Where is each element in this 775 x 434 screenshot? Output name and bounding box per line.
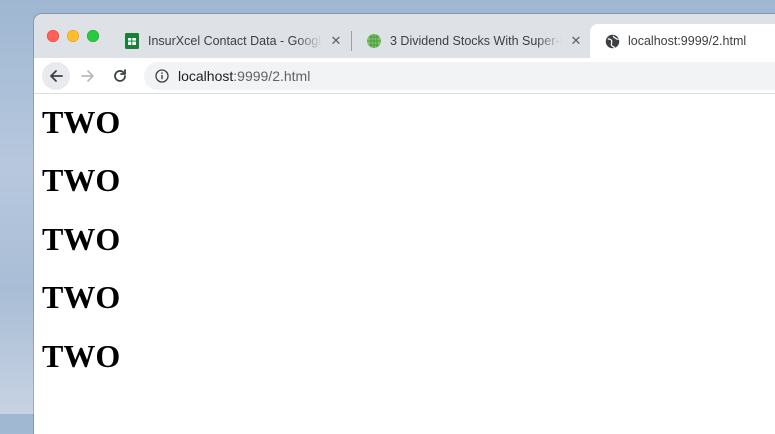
url-path: :9999/2.html [233,68,311,84]
tab-localhost-active[interactable]: localhost:9999/2.html [590,24,775,58]
browser-window: InsurXcel Contact Data - Google Sheets ✕… [34,14,775,434]
tab-title: 3 Dividend Stocks With Super-High Yields [390,34,562,48]
tab-title: localhost:9999/2.html [628,34,747,48]
zoom-window-button[interactable] [87,30,99,42]
green-globe-icon [366,33,382,49]
tab-close-icon[interactable]: ✕ [568,33,584,49]
tab-strip: InsurXcel Contact Data - Google Sheets ✕… [34,14,775,58]
page-heading: TWO [42,162,121,198]
reload-icon [114,69,126,82]
toolbar: localhost:9999/2.html [34,58,775,94]
reload-button[interactable] [106,62,134,90]
tab-close-icon[interactable]: ✕ [328,33,344,49]
google-sheets-icon [124,33,140,49]
page-heading: TWO [42,104,121,140]
page-content: TWO TWO TWO TWO TWO [34,94,775,434]
page-heading: TWO [42,338,121,374]
page-heading: TWO [42,221,121,257]
url-host: localhost [178,68,234,84]
forward-button[interactable] [74,62,102,90]
close-window-button[interactable] [47,30,59,42]
back-button[interactable] [42,62,70,90]
page-heading: TWO [42,279,121,315]
globe-icon [604,33,620,49]
tab-insurxcel-contact-data[interactable]: InsurXcel Contact Data - Google Sheets ✕ [110,24,352,58]
address-bar[interactable]: localhost:9999/2.html [144,62,775,90]
tab-dividend-stocks[interactable]: 3 Dividend Stocks With Super-High Yields… [352,24,592,58]
tab-title: InsurXcel Contact Data - Google Sheets [148,34,322,48]
arrow-left-icon [50,70,63,82]
info-icon[interactable] [154,68,170,84]
minimize-window-button[interactable] [67,30,79,42]
arrow-right-icon [81,70,94,82]
url-text: localhost:9999/2.html [178,68,310,84]
